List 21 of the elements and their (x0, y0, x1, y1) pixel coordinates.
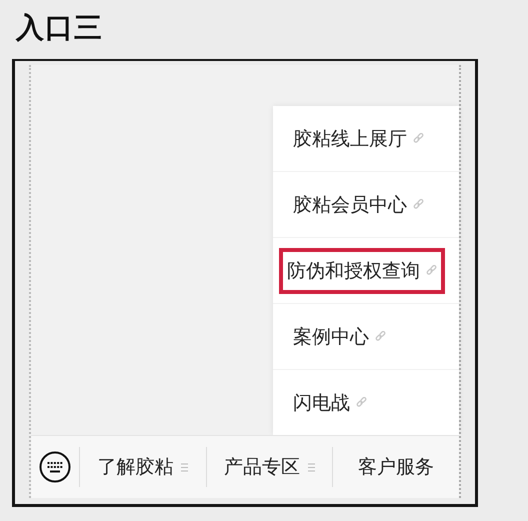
link-icon (426, 265, 437, 276)
menu-label: 闪电战 (289, 384, 371, 422)
menu-label: 胶粘线上展厅 (289, 120, 428, 158)
menu-item[interactable]: 案例中心 (273, 303, 459, 369)
highlighted-menu-label: 防伪和授权查询 (279, 248, 445, 294)
menu-icon (181, 462, 188, 472)
keyboard-icon[interactable] (39, 451, 71, 483)
menu-label: 胶粘会员中心 (289, 186, 428, 224)
link-icon (356, 397, 367, 408)
bottom-menu-tab[interactable]: 产品专区 (206, 447, 332, 487)
menu-item[interactable]: 胶粘会员中心 (273, 171, 459, 237)
page-heading: 入口三 (16, 10, 104, 46)
bottom-menu-tab[interactable]: 了解胶粘 (79, 447, 206, 487)
menu-icon (308, 462, 315, 472)
link-icon (375, 331, 386, 342)
link-icon (413, 199, 424, 210)
menu-item[interactable]: 防伪和授权查询 (273, 237, 459, 303)
bottom-menu-tab[interactable]: 客户服务 (332, 447, 460, 487)
link-icon (413, 133, 424, 144)
menu-item[interactable]: 胶粘线上展厅 (273, 106, 459, 171)
menu-label: 案例中心 (289, 318, 390, 356)
